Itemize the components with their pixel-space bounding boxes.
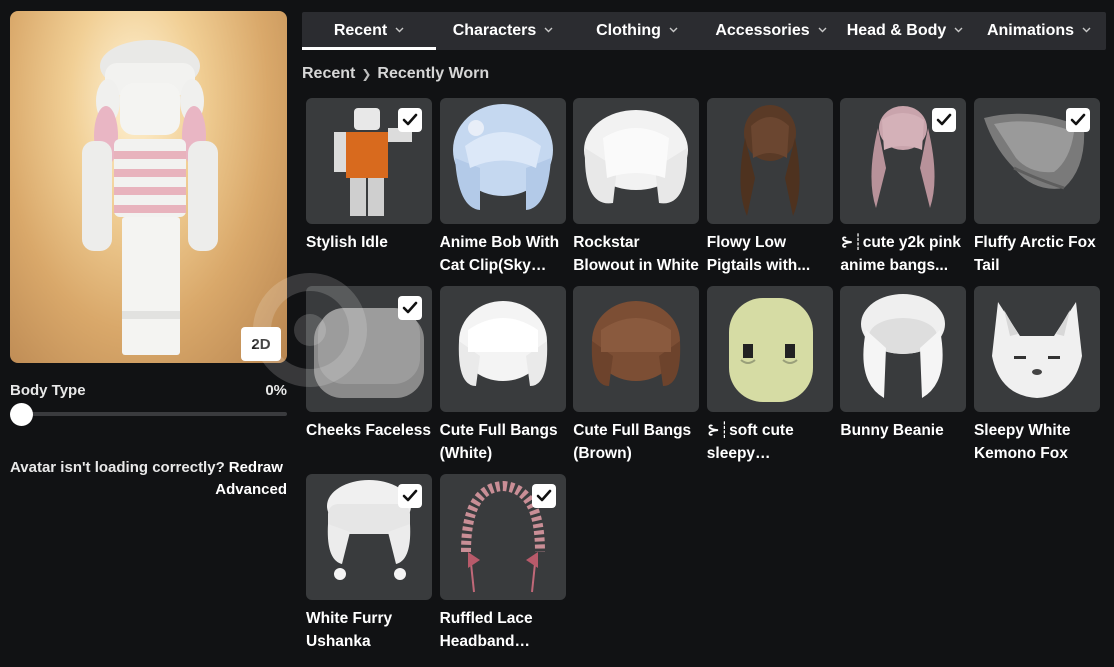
white-bangs-hair-icon — [458, 301, 547, 386]
item-card[interactable]: Cute Full Bangs (Brown) — [573, 286, 700, 474]
worn-checkmark-icon[interactable] — [398, 296, 422, 320]
tab-label: Head & Body — [846, 22, 947, 39]
tab-label: Recent — [333, 22, 388, 39]
item-name: Ruffled Lace Headband (Pink... — [439, 610, 533, 650]
tab-label: Characters — [452, 22, 537, 39]
white-blowout-hair-icon — [584, 110, 689, 204]
item-card[interactable]: Bunny Beanie — [840, 286, 967, 474]
chevron-down-icon — [818, 25, 827, 36]
breadcrumb-separator-icon: ❯ — [361, 67, 372, 81]
loading-question: Avatar isn't loading correctly? — [10, 459, 225, 476]
item-thumbnail[interactable] — [573, 98, 700, 224]
item-thumbnail[interactable] — [706, 98, 833, 224]
item-name: Cute Full Bangs (White) — [439, 422, 558, 462]
item-name: White Furry Ushanka — [306, 610, 393, 650]
item-name: Rockstar Blowout in White — [573, 234, 699, 274]
item-name: Fluffy Arctic Fox Tail — [973, 234, 1096, 274]
worn-checkmark-icon[interactable] — [1065, 108, 1090, 132]
tab-label: Animations — [986, 22, 1075, 39]
body-type-slider-thumb[interactable] — [10, 403, 33, 426]
item-thumbnail[interactable] — [439, 286, 566, 412]
worn-checkmark-icon[interactable] — [531, 484, 556, 508]
worn-checkmark-icon[interactable] — [398, 484, 422, 508]
chevron-down-icon — [544, 25, 553, 36]
item-card[interactable]: Ruffled Lace Headband (Pink... — [439, 474, 566, 662]
chevron-down-icon — [1082, 25, 1091, 36]
item-name: Bunny Beanie — [840, 422, 944, 439]
item-card[interactable]: Rockstar Blowout in White — [573, 98, 700, 286]
body-type-value: 0% — [265, 381, 287, 399]
tab-animations[interactable]: Animations — [972, 12, 1106, 50]
item-card[interactable]: ⊱┊cute y2k pink anime bangs... — [840, 98, 967, 286]
avatar-preview[interactable]: 2D — [10, 11, 287, 363]
breadcrumb: Recent ❯ Recently Worn — [302, 64, 489, 84]
item-thumbnail[interactable] — [973, 98, 1100, 224]
item-card[interactable]: Sleepy White Kemono Fox — [973, 286, 1100, 474]
item-name: Sleepy White Kemono Fox — [973, 422, 1071, 462]
brown-bangs-hair-icon — [591, 301, 681, 386]
worn-checkmark-icon[interactable] — [932, 108, 957, 132]
item-thumbnail[interactable] — [840, 98, 967, 224]
fox-head-icon — [991, 302, 1082, 398]
tab-recent[interactable]: Recent — [302, 12, 436, 50]
item-name: ⊱┊cute y2k pink anime bangs... — [840, 234, 961, 274]
item-thumbnail[interactable] — [439, 98, 566, 224]
item-thumbnail[interactable] — [306, 98, 432, 224]
avatar-loading-prompt: Avatar isn't loading correctly? Redraw — [10, 459, 287, 476]
tab-label: Clothing — [596, 22, 661, 39]
view-2d-button[interactable]: 2D — [241, 327, 281, 361]
item-thumbnail[interactable] — [306, 474, 432, 600]
tab-accessories[interactable]: Accessories — [704, 12, 838, 50]
item-name: ⊱┊soft cute sleepy eyebags... — [706, 422, 794, 462]
body-type-label: Body Type — [10, 381, 86, 399]
category-tabs: Recent Characters Clothing Accessories Head … — [302, 12, 1106, 50]
brown-pigtails-hair-icon — [740, 105, 800, 216]
breadcrumb-root[interactable]: Recent — [302, 65, 355, 83]
item-card[interactable]: Fluffy Arctic Fox Tail — [973, 98, 1100, 286]
avatar-render — [82, 40, 218, 355]
worn-checkmark-icon[interactable] — [398, 108, 422, 132]
redraw-link[interactable]: Redraw — [229, 459, 283, 476]
item-thumbnail[interactable] — [306, 286, 432, 412]
item-card[interactable]: ⊱┊soft cute sleepy eyebags... — [706, 286, 833, 474]
body-type-slider-track[interactable] — [10, 412, 287, 416]
item-card[interactable]: White Furry Ushanka — [306, 474, 432, 662]
item-name: Flowy Low Pigtails with... — [706, 234, 811, 274]
item-name: Anime Bob With Cat Clip(Sky Blue) — [439, 234, 560, 274]
body-type-row: Body Type 0% — [10, 380, 287, 400]
item-thumbnail[interactable] — [840, 286, 967, 412]
items-grid: Stylish Idle Anime Bob With Cat Clip(Sky … — [306, 98, 1106, 662]
breadcrumb-current: Recently Worn — [377, 65, 490, 82]
chevron-down-icon — [395, 25, 404, 36]
item-name: Cute Full Bangs (Brown) — [573, 422, 692, 462]
chevron-down-icon — [954, 25, 963, 36]
bunny-beanie-hat-icon — [861, 294, 946, 398]
sleepy-eyes-head-icon — [728, 298, 813, 402]
item-thumbnail[interactable] — [706, 286, 833, 412]
item-name: Stylish Idle — [306, 234, 388, 251]
item-thumbnail[interactable] — [973, 286, 1100, 412]
item-card[interactable]: Cheeks Faceless — [306, 286, 432, 474]
item-name: Cheeks Faceless — [306, 422, 431, 439]
tab-head-body[interactable]: Head & Body — [838, 12, 972, 50]
chevron-down-icon — [669, 25, 678, 36]
item-card[interactable]: Stylish Idle — [306, 98, 432, 286]
item-card[interactable]: Flowy Low Pigtails with... — [706, 98, 833, 286]
advanced-link[interactable]: Advanced — [10, 481, 287, 498]
tab-label: Accessories — [715, 22, 810, 39]
item-card[interactable]: Cute Full Bangs (White) — [439, 286, 566, 474]
blue-bob-hair-icon — [452, 104, 553, 210]
tab-clothing[interactable]: Clothing — [570, 12, 704, 50]
item-thumbnail[interactable] — [573, 286, 700, 412]
item-thumbnail[interactable] — [439, 474, 566, 600]
tab-characters[interactable]: Characters — [436, 12, 570, 50]
item-card[interactable]: Anime Bob With Cat Clip(Sky Blue) — [439, 98, 566, 286]
